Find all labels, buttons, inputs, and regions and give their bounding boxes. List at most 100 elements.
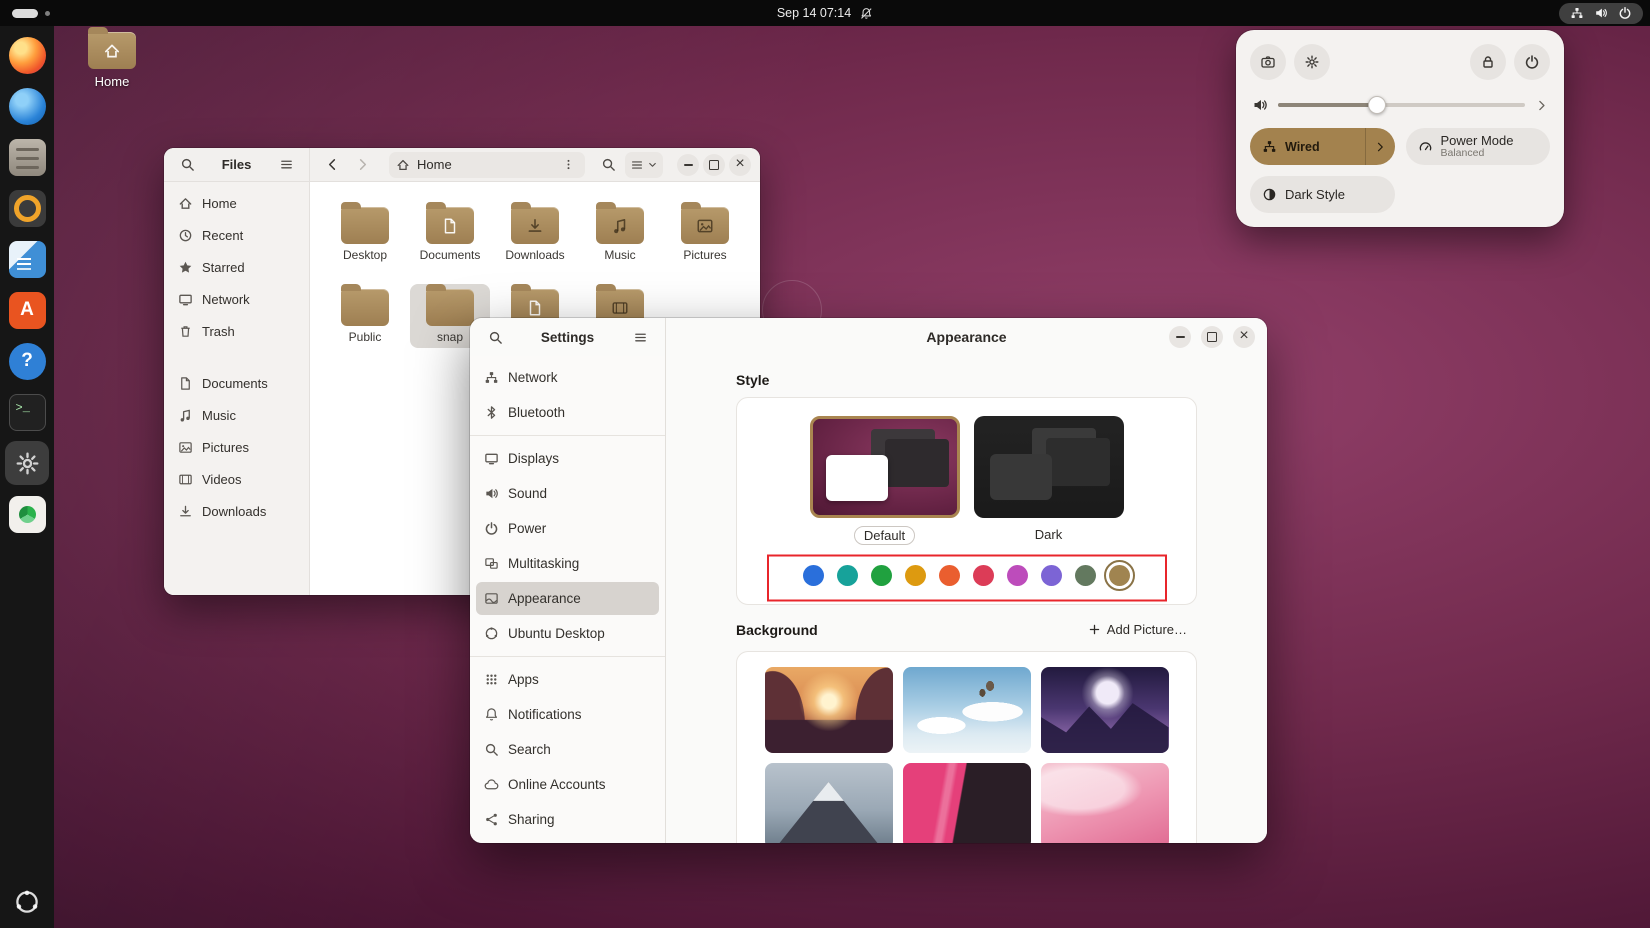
chevron-right-icon[interactable] xyxy=(1535,99,1548,112)
sidebar-item-home[interactable]: Home xyxy=(170,188,303,218)
desktop-home-folder[interactable]: Home xyxy=(80,27,144,89)
displays-icon xyxy=(484,451,499,466)
wallpaper-thumbnail[interactable] xyxy=(902,763,1031,843)
location-tab[interactable]: Home xyxy=(389,151,585,178)
folder-downloads[interactable]: Downloads xyxy=(495,202,575,266)
dark-style-label: Dark Style xyxy=(1285,187,1345,202)
sidebar-item-notifications[interactable]: Notifications xyxy=(476,698,659,731)
accent-color-blue[interactable] xyxy=(803,565,824,586)
hamburger-menu-icon[interactable] xyxy=(273,152,299,178)
folder-desktop[interactable]: Desktop xyxy=(325,202,405,266)
maximize-button[interactable] xyxy=(703,153,725,176)
folder-icon xyxy=(511,202,559,244)
dark-style-toggle[interactable]: Dark Style xyxy=(1250,176,1395,213)
dock-item-libreoffice-writer[interactable] xyxy=(5,237,49,281)
dock-item-settings[interactable] xyxy=(5,441,49,485)
power-mode-toggle[interactable]: Power Mode Balanced xyxy=(1405,128,1550,165)
accent-color-teal[interactable] xyxy=(837,565,858,586)
wallpaper-thumbnail[interactable] xyxy=(764,763,893,843)
workspace-indicator-pill[interactable] xyxy=(12,8,38,18)
sidebar-item-bluetooth[interactable]: Bluetooth xyxy=(476,396,659,429)
workspace-indicator-dot[interactable] xyxy=(45,10,50,16)
wired-expand-arrow[interactable] xyxy=(1364,128,1395,165)
sidebar-item-music[interactable]: Music xyxy=(170,400,303,430)
tab-menu-icon[interactable] xyxy=(558,152,578,178)
sidebar-item-search[interactable]: Search xyxy=(476,733,659,766)
sidebar-item-online-accounts[interactable]: Online Accounts xyxy=(476,768,659,801)
sidebar-item-trash[interactable]: Trash xyxy=(170,316,303,346)
view-switcher[interactable] xyxy=(625,151,663,178)
power-icon xyxy=(484,521,499,536)
home-emblem-icon xyxy=(103,42,121,60)
folder-music[interactable]: Music xyxy=(580,202,660,266)
sidebar-item-pictures[interactable]: Pictures xyxy=(170,432,303,462)
close-button[interactable] xyxy=(1233,326,1255,348)
clock-icon xyxy=(178,228,193,243)
clock-menu[interactable]: Sep 14 07:14 xyxy=(777,0,873,26)
search-icon[interactable] xyxy=(174,152,200,178)
dock-item-firefox[interactable] xyxy=(5,33,49,77)
files-headerbar: Files Home xyxy=(164,148,760,182)
accent-color-purple[interactable] xyxy=(1041,565,1062,586)
power-button[interactable] xyxy=(1514,44,1550,80)
wallpaper-thumbnail[interactable] xyxy=(764,667,893,753)
wallpaper-thumbnail[interactable] xyxy=(902,667,1031,753)
settings-button[interactable] xyxy=(1294,44,1330,80)
style-option-default[interactable] xyxy=(809,416,960,518)
style-option-dark[interactable] xyxy=(973,416,1124,518)
search-location-icon[interactable] xyxy=(595,152,621,178)
sidebar-item-network[interactable]: Network xyxy=(170,284,303,314)
folder-documents[interactable]: Documents xyxy=(410,202,490,266)
sidebar-item-documents[interactable]: Documents xyxy=(170,368,303,398)
sidebar-item-videos[interactable]: Videos xyxy=(170,464,303,494)
sidebar-item-network[interactable]: Network xyxy=(476,361,659,394)
wallpaper-thumbnail[interactable] xyxy=(1040,763,1169,843)
folder-pictures[interactable]: Pictures xyxy=(665,202,745,266)
sidebar-item-recent[interactable]: Recent xyxy=(170,220,303,250)
screenshot-button[interactable] xyxy=(1250,44,1286,80)
add-picture-button[interactable]: Add Picture… xyxy=(1078,617,1197,642)
dock-item-ubuntu-software[interactable]: A xyxy=(5,288,49,332)
volume-slider-knob[interactable] xyxy=(1367,96,1386,114)
wired-toggle[interactable]: Wired xyxy=(1250,128,1395,165)
sidebar-item-ubuntu-desktop[interactable]: Ubuntu Desktop xyxy=(476,617,659,650)
sidebar-item-appearance[interactable]: Appearance xyxy=(476,582,659,615)
dock-item-rhythmbox[interactable] xyxy=(5,186,49,230)
sidebar-item-apps[interactable]: Apps xyxy=(476,663,659,696)
dock-item-app-center[interactable] xyxy=(5,492,49,536)
hamburger-menu-icon[interactable] xyxy=(627,324,653,350)
dock-item-terminal[interactable]: >_ xyxy=(5,390,49,434)
forward-button[interactable] xyxy=(349,152,375,178)
lock-button[interactable] xyxy=(1470,44,1506,80)
files-sidebar: Home Recent Starred Network Trash Docume… xyxy=(164,182,310,595)
video-emblem-icon xyxy=(611,299,629,317)
dock-item-thunderbird[interactable] xyxy=(5,84,49,128)
wallpaper-thumbnail[interactable] xyxy=(1040,667,1169,753)
accent-color-red[interactable] xyxy=(973,565,994,586)
accent-color-orange[interactable] xyxy=(939,565,960,586)
sidebar-item-downloads[interactable]: Downloads xyxy=(170,496,303,526)
sidebar-item-sharing[interactable]: Sharing xyxy=(476,803,659,836)
sidebar-item-multitasking[interactable]: Multitasking xyxy=(476,547,659,580)
accent-color-magenta[interactable] xyxy=(1007,565,1028,586)
sidebar-item-power[interactable]: Power xyxy=(476,512,659,545)
volume-slider[interactable] xyxy=(1278,96,1525,114)
files-app-title: Files xyxy=(221,157,252,172)
dock-item-files[interactable] xyxy=(5,135,49,179)
dock-item-help[interactable]: ? xyxy=(5,339,49,383)
sidebar-item-sound[interactable]: Sound xyxy=(476,477,659,510)
minimize-button[interactable] xyxy=(1169,326,1191,348)
sidebar-item-starred[interactable]: Starred xyxy=(170,252,303,282)
system-status-menu[interactable] xyxy=(1559,2,1643,24)
accent-color-bark[interactable] xyxy=(1104,560,1135,591)
minimize-button[interactable] xyxy=(677,153,699,176)
maximize-button[interactable] xyxy=(1201,326,1223,348)
folder-public[interactable]: Public xyxy=(325,284,405,348)
sidebar-item-displays[interactable]: Displays xyxy=(476,442,659,475)
search-icon[interactable] xyxy=(482,324,508,350)
back-button[interactable] xyxy=(319,152,345,178)
accent-color-yellow[interactable] xyxy=(905,565,926,586)
accent-color-sage[interactable] xyxy=(1075,565,1096,586)
accent-color-green[interactable] xyxy=(871,565,892,586)
close-button[interactable] xyxy=(729,153,751,176)
